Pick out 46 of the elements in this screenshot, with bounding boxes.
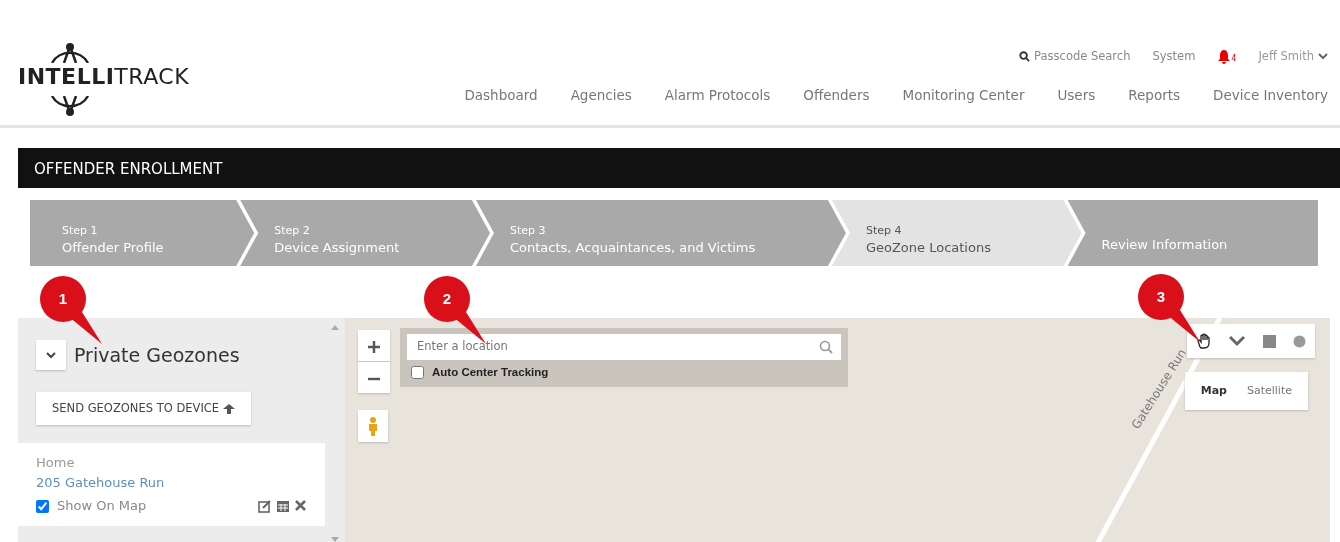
upload-arrow-icon [223,403,236,414]
delete-icon[interactable] [294,499,307,512]
nav-link[interactable]: Reports [1128,85,1181,106]
geozone-name: Home [36,454,76,473]
geozone-address-link[interactable]: 205 Gatehouse Run [36,472,307,493]
show-on-map-checkbox[interactable] [36,499,49,513]
plus-icon [368,341,380,353]
zoom-in-button[interactable] [358,330,390,361]
search-box[interactable]: Enter a location [407,334,841,360]
chevron-down-icon [46,351,56,359]
user-menu[interactable]: Jeff Smith [1258,48,1328,66]
nav-link[interactable]: Agencies [570,85,632,106]
zoom-out-button[interactable] [358,362,390,393]
page-title-bar: OFFENDER ENROLLMENT [18,148,1340,188]
checkbox-label: Show On Map [57,497,147,516]
send-geozones-button[interactable]: SEND GEOZONES TO DEVICE [36,392,252,426]
search-icon [1019,51,1031,63]
wizard-step-tab[interactable]: Review Information [1067,200,1318,266]
search-icon[interactable] [819,340,833,354]
nav-link[interactable]: Monitoring Center [902,85,1025,106]
edit-icon[interactable] [258,499,272,513]
checkbox-label: Auto Center Tracking [432,365,549,380]
wizard-step-tab[interactable]: Step 2 Device Assignment [240,200,490,266]
auto-center-checkbox[interactable] [411,366,424,380]
rectangle-icon[interactable] [1262,334,1276,348]
hand-icon[interactable] [1195,333,1212,349]
wizard-step-tab[interactable]: Step 4 GeoZone Locations [831,200,1082,266]
system-link[interactable]: System [1152,48,1196,66]
collapse-button[interactable] [36,340,66,370]
nav-link[interactable]: Offenders [803,85,870,106]
notification-bell-icon[interactable] [1217,48,1232,65]
passcode-search-link[interactable]: Passcode Search [1019,48,1131,66]
polyline-icon[interactable] [1229,335,1246,347]
chevron-down-icon [1318,53,1328,61]
logo-text: INTELLITRACK [18,63,190,91]
nav-link[interactable]: Users [1057,85,1096,106]
wizard-step-tab[interactable]: Step 1 Offender Profile [30,200,255,266]
wizard-step-tab[interactable]: Step 3 Contacts, Acquaintances, and Victims [475,200,846,266]
person-icon [368,416,378,436]
nav-link[interactable]: Dashboard [464,85,538,106]
notification-count: 4 [1231,53,1237,66]
nav-link[interactable]: Alarm Protocols [664,85,771,106]
calendar-icon[interactable] [276,499,290,513]
panel-title: Private Geozones [74,342,240,368]
circle-icon[interactable] [1293,334,1307,348]
nav-link[interactable]: Device Inventory [1213,85,1328,106]
